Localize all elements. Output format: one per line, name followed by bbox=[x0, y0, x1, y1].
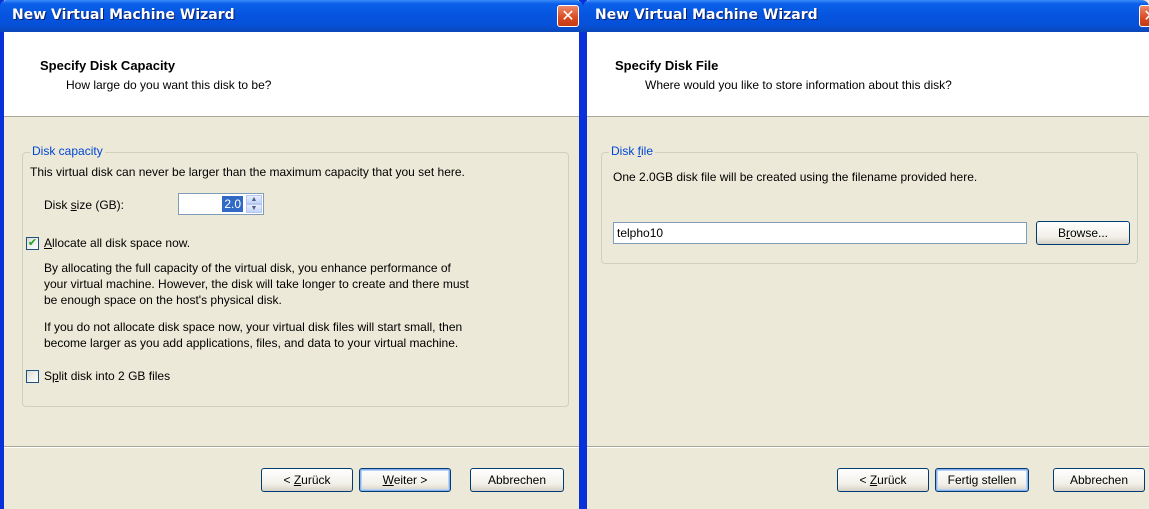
disk-size-label: Disk size (GB): bbox=[44, 198, 125, 212]
split-disk-checkbox[interactable] bbox=[26, 370, 39, 383]
allocate-checkbox[interactable]: ✔ bbox=[26, 237, 39, 250]
close-icon[interactable]: ✕ bbox=[1139, 5, 1149, 27]
disk-file-group: Disk file One 2.0GB disk file will be cr… bbox=[601, 144, 1138, 264]
close-icon[interactable]: ✕ bbox=[557, 5, 579, 27]
title-bar[interactable]: New Virtual Machine Wizard ✕ bbox=[0, 0, 583, 32]
spin-down-icon[interactable]: ▼ bbox=[246, 204, 262, 213]
page-subtitle: How large do you want this disk to be? bbox=[66, 78, 272, 92]
title-bar[interactable]: New Virtual Machine Wizard ✕ bbox=[583, 0, 1149, 32]
spin-up-icon[interactable]: ▲ bbox=[246, 195, 262, 204]
cancel-button[interactable]: Abbrechen bbox=[1053, 468, 1145, 492]
back-button[interactable]: < Zurück bbox=[837, 468, 929, 492]
wizard-header: Specify Disk File Where would you like t… bbox=[587, 32, 1149, 117]
split-disk-label[interactable]: Split disk into 2 GB files bbox=[44, 368, 170, 384]
cancel-button[interactable]: Abbrechen bbox=[470, 468, 564, 492]
page-subtitle: Where would you like to store informatio… bbox=[645, 78, 952, 92]
allocate-desc-line-1: By allocating the full capacity of the v… bbox=[44, 261, 451, 275]
group-description: This virtual disk can never be larger th… bbox=[30, 165, 465, 179]
filename-input[interactable]: telpho10 bbox=[613, 222, 1027, 244]
spinner-buttons[interactable]: ▲ ▼ bbox=[246, 195, 262, 213]
wizard-header: Specify Disk Capacity How large do you w… bbox=[4, 32, 579, 117]
browse-button[interactable]: Browse... bbox=[1036, 221, 1130, 245]
disk-size-spinner[interactable]: 2.0 ▲ ▼ bbox=[178, 193, 264, 215]
bottom-divider-highlight bbox=[587, 447, 1149, 448]
disk-capacity-group: Disk capacity This virtual disk can neve… bbox=[22, 144, 569, 407]
back-button[interactable]: < Zurück bbox=[261, 468, 353, 492]
nonalloc-desc-line-2: become larger as you add applications, f… bbox=[44, 336, 459, 350]
disk-size-value[interactable]: 2.0 bbox=[222, 196, 243, 212]
window-title: New Virtual Machine Wizard bbox=[12, 7, 235, 23]
bottom-divider-highlight bbox=[4, 447, 579, 448]
allocate-desc-line-3: be enough space on the host's physical d… bbox=[44, 293, 282, 307]
filename-value: telpho10 bbox=[617, 226, 664, 240]
finish-button[interactable]: Fertig stellen bbox=[935, 468, 1029, 492]
group-label: Disk capacity bbox=[30, 144, 105, 158]
group-description: One 2.0GB disk file will be created usin… bbox=[613, 170, 978, 184]
next-button[interactable]: Weiter > bbox=[359, 468, 451, 492]
wizard-window-disk-file: New Virtual Machine Wizard ✕ Specify Dis… bbox=[583, 0, 1149, 509]
group-label: Disk file bbox=[609, 144, 656, 158]
nonalloc-desc-line-1: If you do not allocate disk space now, y… bbox=[44, 320, 463, 334]
allocate-desc-line-2: your virtual machine. However, the disk … bbox=[44, 277, 469, 291]
wizard-window-disk-capacity: New Virtual Machine Wizard ✕ Specify Dis… bbox=[0, 0, 583, 509]
page-title: Specify Disk File bbox=[615, 58, 719, 73]
allocate-label[interactable]: Allocate all disk space now. bbox=[44, 235, 190, 251]
page-title: Specify Disk Capacity bbox=[40, 58, 176, 73]
window-title: New Virtual Machine Wizard bbox=[595, 7, 818, 23]
